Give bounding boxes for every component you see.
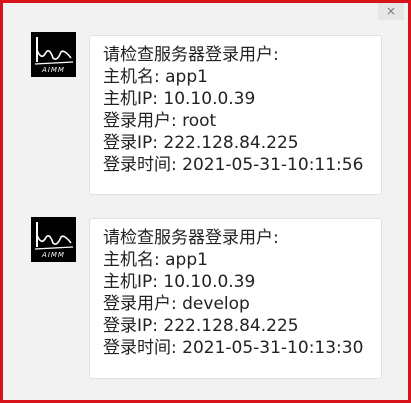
sender-avatar: AIMM (31, 217, 76, 262)
message-line: 登录IP: 222.128.84.225 (103, 133, 299, 153)
notification-window: × AIMM 请检查服务器登录用户: 主机名: app1 主机IP: 10.10… (0, 0, 411, 403)
message-line: 请检查服务器登录用户: (103, 45, 279, 65)
message-line: 登录用户: develop (103, 294, 250, 314)
avatar-caption: AIMM (42, 66, 65, 74)
message-line: 登录时间: 2021-05-31-10:13:30 (103, 338, 364, 358)
message-line: 主机IP: 10.10.0.39 (103, 89, 256, 109)
message-bubble: 请检查服务器登录用户: 主机名: app1 主机IP: 10.10.0.39 登… (89, 218, 382, 379)
message-bubble: 请检查服务器登录用户: 主机名: app1 主机IP: 10.10.0.39 登… (89, 35, 382, 195)
message-line: 登录用户: root (103, 111, 217, 131)
close-icon: × (385, 4, 397, 18)
message-line: 请检查服务器登录用户: (103, 228, 279, 248)
avatar-caption: AIMM (42, 251, 65, 259)
message-line: 登录时间: 2021-05-31-10:11:56 (103, 155, 364, 175)
message-line: 主机名: app1 (103, 250, 208, 270)
sender-avatar: AIMM (31, 32, 76, 77)
message-line: 主机IP: 10.10.0.39 (103, 272, 256, 292)
close-button[interactable]: × (378, 3, 404, 20)
message-line: 主机名: app1 (103, 67, 208, 87)
message-line: 登录IP: 222.128.84.225 (103, 316, 299, 336)
